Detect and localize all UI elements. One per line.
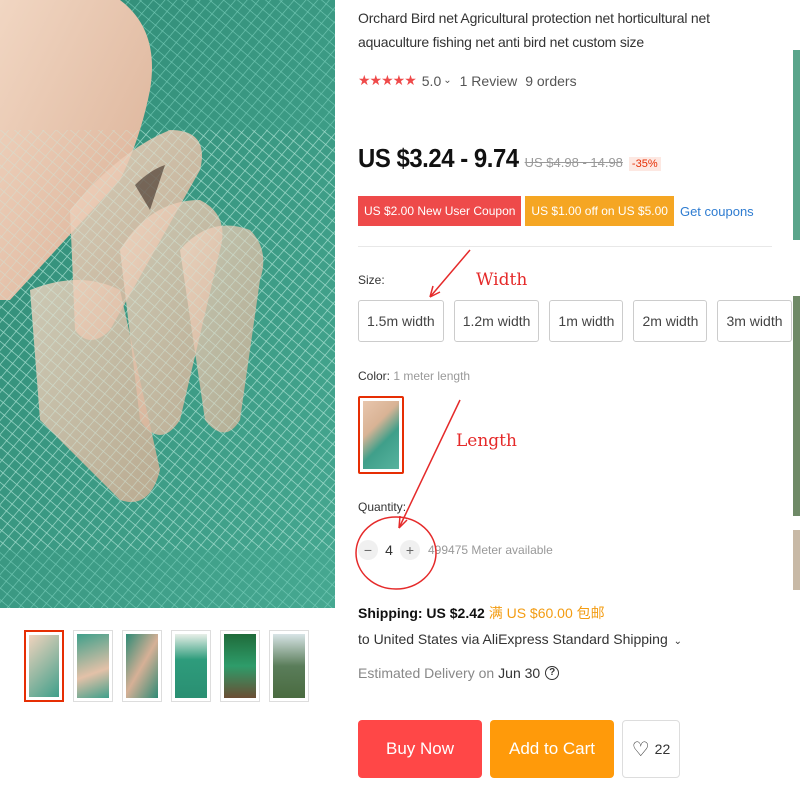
ship-to-text[interactable]: to United States via AliExpress Standard… — [358, 631, 668, 647]
length-arrowhead — [398, 515, 408, 529]
size-label: Size: — [358, 273, 385, 287]
color-swatch-selected[interactable] — [358, 396, 404, 474]
color-value: 1 meter length — [393, 369, 471, 383]
rating-caret-icon[interactable]: ⌄ — [443, 75, 451, 86]
width-arrow — [429, 249, 471, 298]
size-option-1-2m[interactable]: 1.2m width — [453, 300, 540, 342]
swatch-image — [363, 401, 399, 469]
wishlist-button[interactable]: ♡ 22 — [622, 720, 680, 778]
free-shipping-note: 满 US $60.00 包邮 — [488, 605, 605, 621]
current-price: US $3.24 - 9.74 — [358, 143, 519, 173]
quantity-input[interactable]: 4 — [378, 542, 400, 558]
help-icon[interactable]: ? — [545, 666, 560, 680]
review-count[interactable]: 1 Review — [460, 73, 518, 89]
color-label-row: Color: 1 meter length — [358, 369, 470, 383]
delivery-date: Jun 30 — [498, 665, 541, 681]
thumbnail-6[interactable] — [269, 630, 309, 702]
coupon-row: US $2.00 New User Coupon US $1.00 off on… — [358, 196, 754, 226]
annotation-width: Width — [476, 270, 528, 290]
rating-row: ★★★★★ 5.0 ⌄ 1 Review 9 orders — [358, 72, 577, 89]
heart-icon: ♡ — [631, 738, 650, 761]
product-title: Orchard Bird net Agricultural protection… — [358, 10, 710, 50]
annotation-length: Length — [456, 431, 517, 451]
size-option-3m[interactable]: 3m width — [717, 300, 792, 342]
quantity-label: Quantity: — [358, 500, 407, 514]
ship-to-caret-icon[interactable]: ⌄ — [674, 636, 682, 647]
order-count: 9 orders — [525, 72, 577, 89]
get-coupons-link[interactable]: Get coupons — [680, 204, 754, 219]
divider — [358, 246, 772, 247]
discount-badge: -35% — [628, 157, 661, 171]
size-option-2m[interactable]: 2m width — [633, 300, 708, 342]
edge-image-top — [793, 50, 800, 240]
thumbnail-5[interactable] — [220, 630, 260, 702]
add-to-cart-button[interactable]: Add to Cart — [490, 720, 614, 778]
rating-value[interactable]: 5.0 — [422, 73, 441, 89]
color-label: Color: — [358, 369, 391, 383]
main-product-image[interactable] — [0, 0, 335, 608]
edge-image-middle — [793, 296, 800, 516]
thumbnail-3[interactable] — [122, 630, 162, 702]
quantity-stepper: − 4 + 499475 Meter available — [358, 540, 553, 560]
ship-to-row[interactable]: to United States via AliExpress Standard… — [358, 631, 682, 647]
quantity-minus-button[interactable]: − — [358, 540, 378, 560]
length-arrow — [398, 399, 461, 529]
delivery-label: Estimated Delivery on — [358, 665, 495, 681]
original-price: US $4.98 - 14.98 — [524, 155, 623, 170]
quantity-plus-button[interactable]: + — [400, 540, 420, 560]
stock-available: 499475 Meter available — [428, 543, 553, 557]
wishlist-count: 22 — [654, 741, 671, 757]
shipping-cost: Shipping: US $2.42 — [358, 605, 485, 621]
new-user-coupon[interactable]: US $2.00 New User Coupon — [358, 196, 522, 226]
size-options: 1.5m width 1.2m width 1m width 2m width … — [358, 300, 792, 342]
thumbnail-2[interactable] — [73, 630, 113, 702]
price-row: US $3.24 - 9.74 US $4.98 - 14.98 -35% — [358, 143, 661, 174]
delivery-row: Estimated Delivery on Jun 30 ? — [358, 665, 560, 681]
thumbnail-strip — [24, 630, 309, 702]
thumbnail-4[interactable] — [171, 630, 211, 702]
width-arrowhead — [429, 285, 441, 298]
action-buttons: Buy Now Add to Cart ♡ 22 — [358, 720, 680, 778]
thumbnail-1[interactable] — [24, 630, 64, 702]
size-option-1-5m[interactable]: 1.5m width — [358, 300, 444, 342]
size-option-1m[interactable]: 1m width — [549, 300, 624, 342]
shipping-row: Shipping: US $2.42 满 US $60.00 包邮 — [358, 603, 605, 623]
store-coupon[interactable]: US $1.00 off on US $5.00 — [525, 196, 674, 226]
net-photo — [0, 0, 335, 608]
buy-now-button[interactable]: Buy Now — [358, 720, 482, 778]
edge-image-bottom — [793, 530, 800, 590]
rating-stars-icon: ★★★★★ — [358, 72, 417, 88]
